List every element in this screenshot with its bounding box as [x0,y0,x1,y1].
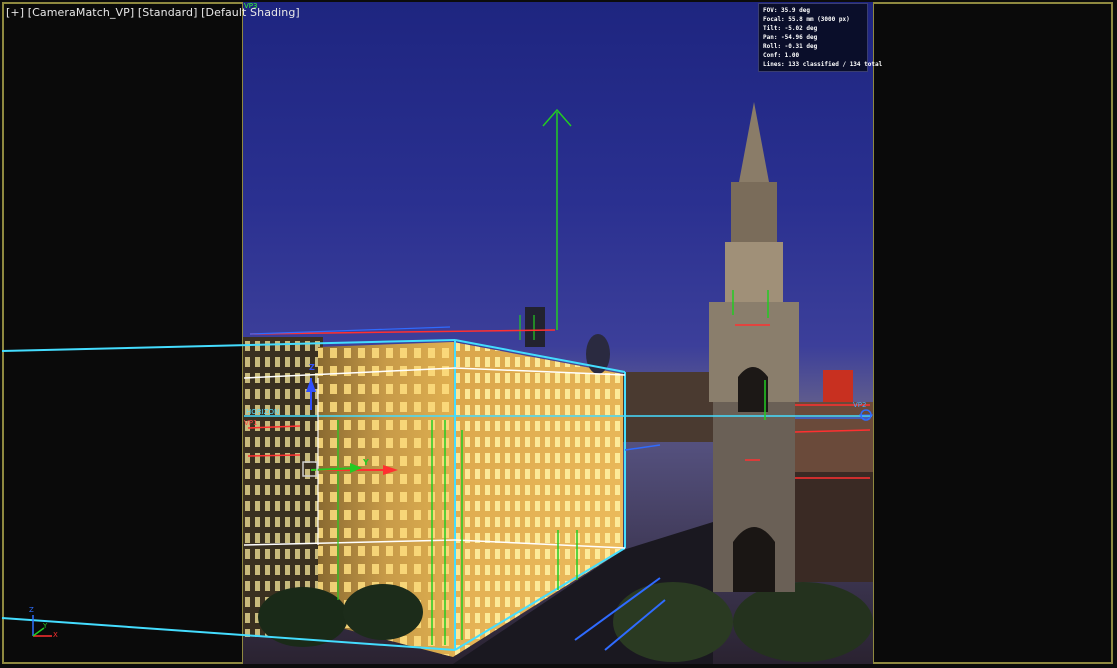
viewport-camera-label[interactable]: [CameraMatch_VP] [28,6,135,19]
axis-triad-z-label: Z [29,606,34,614]
horizon-label: HORIZON [246,408,280,416]
info-fov: FOV: 35.9 deg [763,7,810,14]
vp2-label: VP2 [853,401,867,409]
gizmo-y-label: Y [363,458,369,467]
horizon-guide-bottom [1,617,456,651]
info-tilt: Tilt: -5.02 deg [763,25,818,32]
vp3-label: VP3 [244,2,258,10]
info-lines: Lines: 133 classified / 134 total [763,61,883,68]
camera-info-panel: FOV: 35.9 deg Focal: 55.8 mm (3000 px) T… [758,3,883,72]
info-conf: Conf: 1.00 [763,52,800,59]
gizmo-z-label: Z [309,363,315,372]
info-roll: Roll: -0.31 deg [763,43,818,50]
axis-triad-x-label: X [53,631,58,639]
axis-triad-y-label: Y [43,622,48,630]
horizon-guide-top [1,339,456,352]
proxy-box-edge[interactable] [243,367,456,379]
camera-match-overlay [1,108,873,651]
info-focal: Focal: 55.8 mm (3000 px) [763,16,850,23]
vp1-label: VP1 [244,419,258,427]
info-pan: Pan: -54.96 deg [763,34,818,41]
viewport-menu-plus[interactable]: [+] [6,6,24,19]
viewport-view-label[interactable]: [Standard] [138,6,198,19]
